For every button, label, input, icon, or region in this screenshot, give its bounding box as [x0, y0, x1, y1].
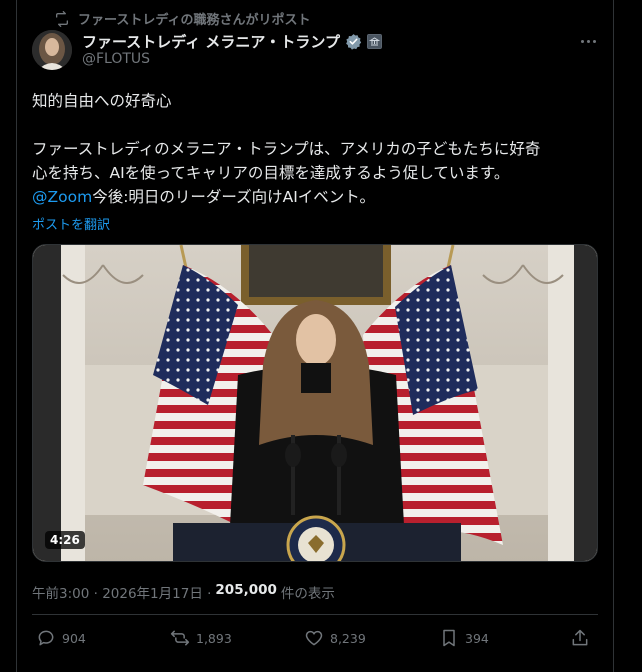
- video-duration: 4:26: [45, 531, 85, 549]
- share-button[interactable]: [570, 628, 590, 648]
- post-event-line: @Zoom今後:明日のリーダーズ向けAIイベント。: [32, 185, 602, 209]
- post-body-line-1: ファーストレディのメラニア・トランプは、アメリカの子どもたちに好奇: [32, 140, 541, 158]
- more-options-icon[interactable]: [576, 34, 600, 48]
- post-event-text: 今後:明日のリーダーズ向けAIイベント。: [92, 188, 376, 206]
- avatar-portrait: [32, 30, 72, 70]
- post-meta: 午前3:00 · 2026年1月17日 · 205,000 件の表示: [32, 582, 335, 602]
- bookmark-icon: [443, 629, 455, 647]
- share-icon: [572, 629, 588, 646]
- like-button[interactable]: 8,239: [304, 628, 366, 648]
- like-count: 8,239: [330, 630, 366, 646]
- views-label: 件の表示: [280, 586, 335, 602]
- action-bar: 904 1,893 8,239 394: [32, 628, 598, 654]
- video-player[interactable]: 4:26: [32, 244, 598, 562]
- bookmark-button[interactable]: 394: [439, 628, 489, 648]
- bookmark-count: 394: [465, 630, 489, 646]
- verified-badge-icon: [346, 34, 362, 50]
- post-body: ファーストレディのメラニア・トランプは、アメリカの子どもたちに好奇 心を持ち、A…: [32, 137, 602, 185]
- heart-icon: [305, 630, 323, 646]
- author-name-row[interactable]: ファーストレディ メラニア・トランプ: [82, 31, 382, 52]
- reply-icon: [38, 630, 54, 646]
- government-affiliation-icon[interactable]: [366, 34, 382, 49]
- reply-count: 904: [62, 630, 86, 646]
- author-display-name[interactable]: ファーストレディ メラニア・トランプ: [82, 31, 340, 52]
- divider: [32, 614, 598, 615]
- avatar[interactable]: [32, 30, 72, 70]
- reply-button[interactable]: 904: [36, 628, 86, 648]
- mention-link[interactable]: @Zoom: [32, 188, 92, 206]
- repost-indicator[interactable]: ファーストレディの職務さんがリポスト: [54, 9, 310, 28]
- views-count: 205,000: [215, 582, 277, 598]
- translate-post-link[interactable]: ポストを翻訳: [32, 214, 110, 233]
- repost-icon: [170, 630, 190, 646]
- repost-button[interactable]: 1,893: [170, 628, 232, 648]
- post-body-line-2: 心を持ち、AIを使ってキャリアの目標を達成するよう促しています。: [32, 164, 510, 182]
- post-title-line: 知的自由への好奇心: [32, 92, 172, 110]
- repost-label: ファーストレディの職務さんがリポスト: [78, 13, 311, 28]
- author-handle[interactable]: @FLOTUS: [82, 51, 150, 67]
- repost-icon: [56, 10, 68, 27]
- repost-count: 1,893: [196, 630, 232, 646]
- video-frame: [33, 245, 597, 561]
- post-timestamp[interactable]: 午前3:00 · 2026年1月17日 ·: [32, 582, 211, 602]
